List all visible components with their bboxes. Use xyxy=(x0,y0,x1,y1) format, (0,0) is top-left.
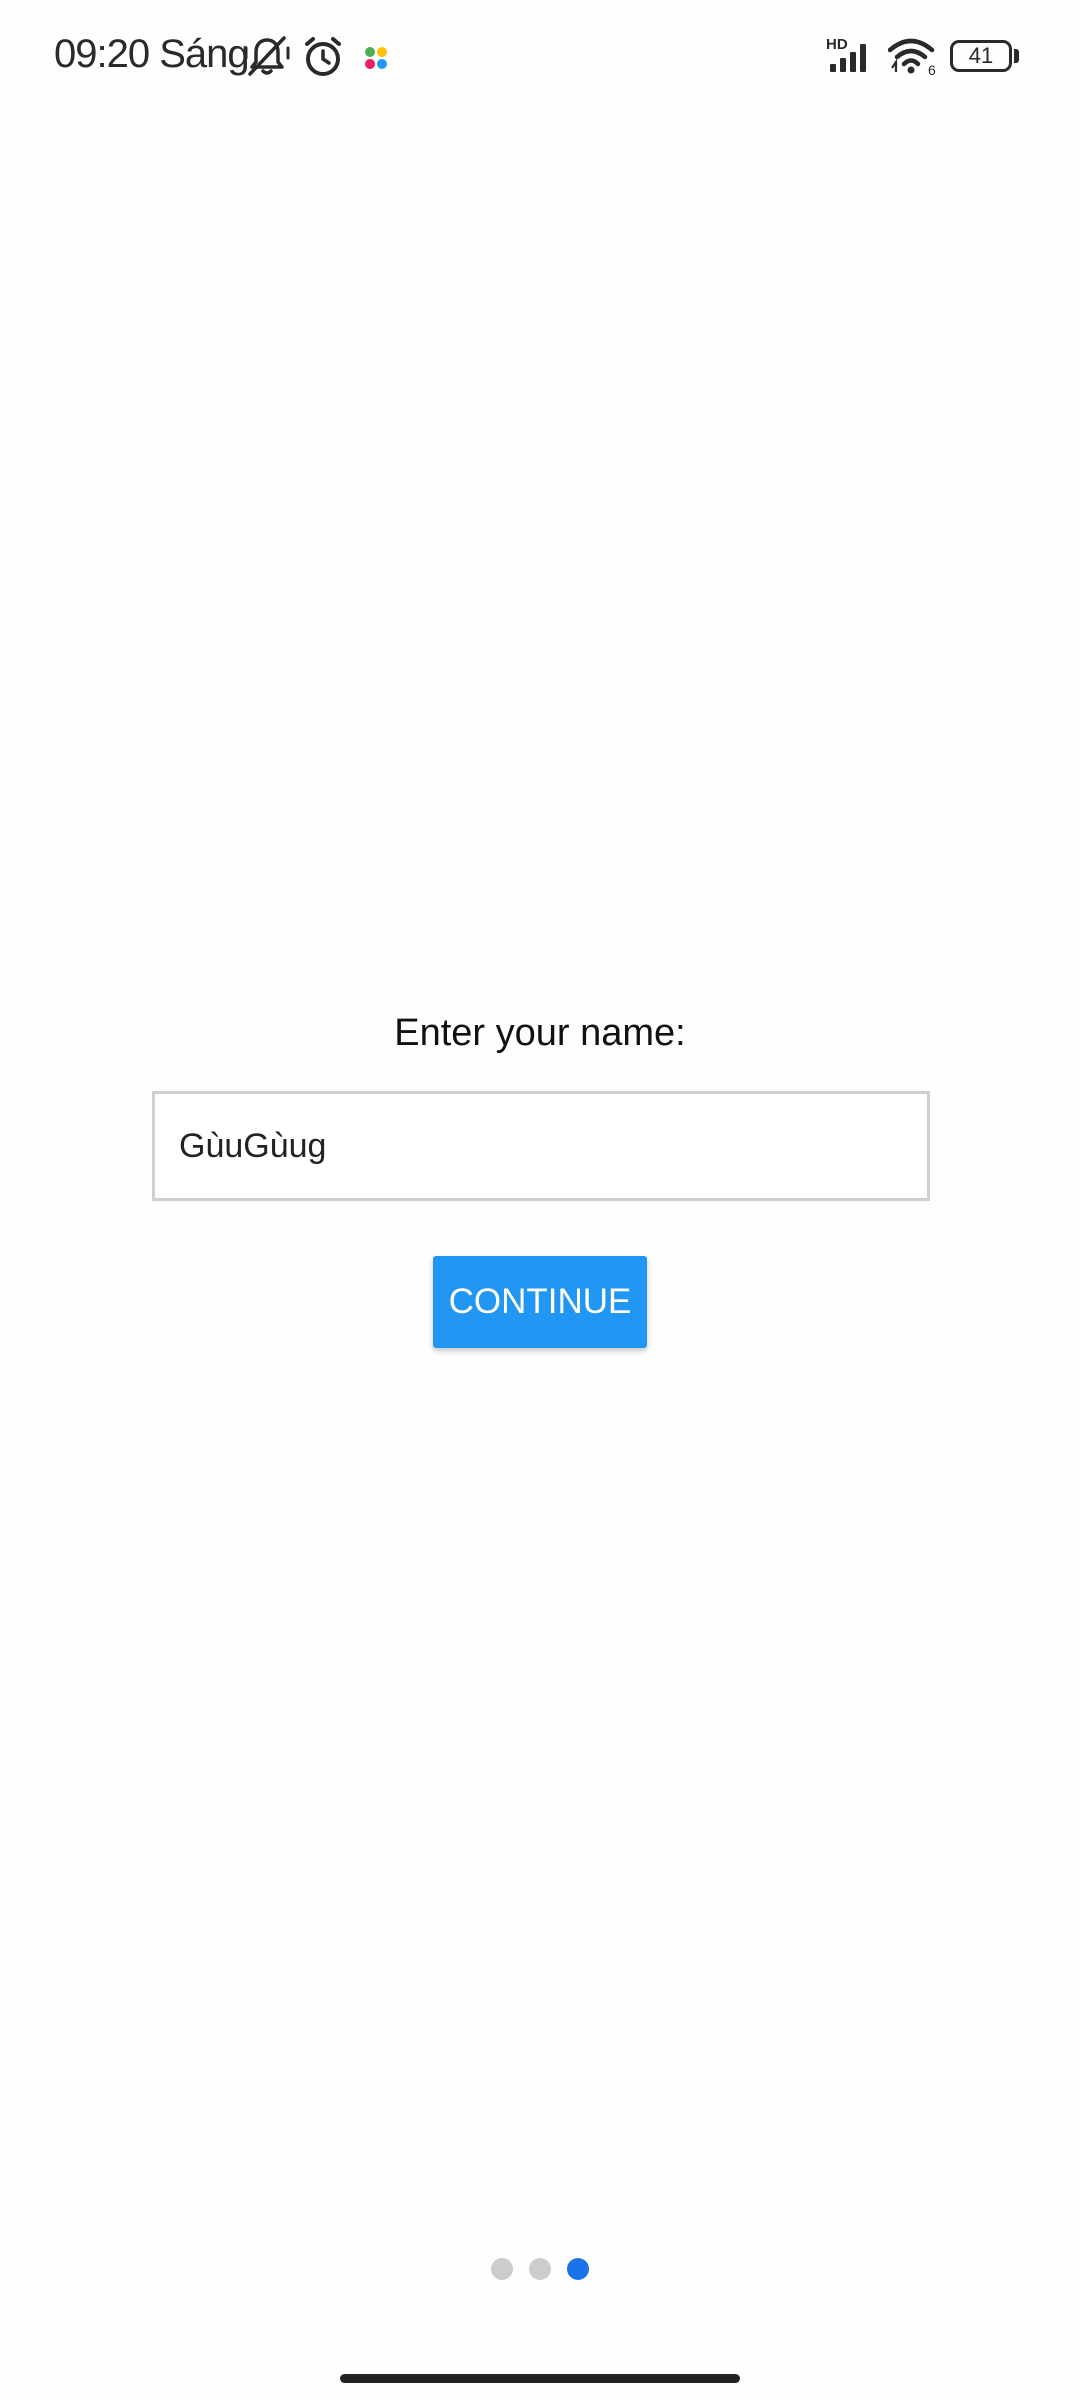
status-bar: 09:20 Sáng HD 6 41 xyxy=(0,0,1080,115)
battery-level: 41 xyxy=(968,43,994,68)
signal-icon xyxy=(830,44,866,72)
continue-button[interactable]: CONTINUE xyxy=(433,1256,647,1348)
home-gesture-bar[interactable] xyxy=(340,2374,740,2383)
app-notification-icon xyxy=(365,47,387,69)
page-dot-3-active xyxy=(567,2258,589,2280)
onboarding-screen: 09:20 Sáng HD 6 41 Enter your name: GùuG… xyxy=(0,0,1080,2400)
page-dot-1 xyxy=(491,2258,513,2280)
page-indicator xyxy=(0,2258,1080,2282)
alarm-icon xyxy=(305,37,341,76)
name-input[interactable] xyxy=(152,1091,930,1201)
page-dot-2 xyxy=(529,2258,551,2280)
battery-tip xyxy=(1014,49,1019,63)
status-time: 09:20 Sáng xyxy=(54,32,250,76)
wifi-label: 6 xyxy=(928,62,936,78)
bell-muted-icon xyxy=(244,36,290,76)
name-prompt-label: Enter your name: xyxy=(394,1012,686,1054)
